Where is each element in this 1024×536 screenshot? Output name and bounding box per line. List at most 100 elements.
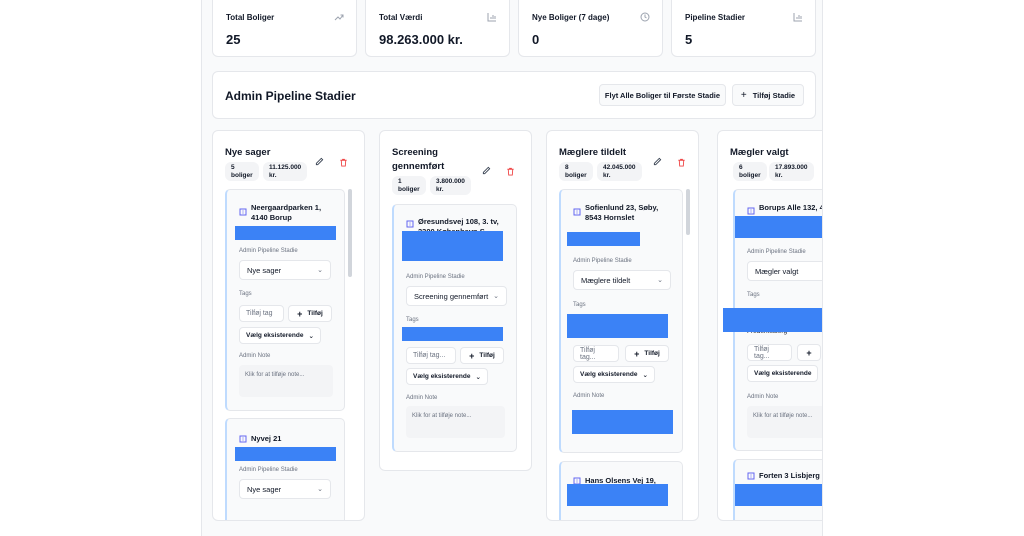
add-stage-button[interactable]: + Tilføj Stadie bbox=[732, 84, 804, 106]
column-title: Mægler valgt bbox=[730, 147, 789, 158]
stage-select[interactable]: Mæglere tildelt ⌄ bbox=[573, 270, 671, 290]
count-badge: 5 boliger bbox=[225, 162, 259, 181]
edit-icon[interactable] bbox=[315, 157, 324, 166]
tag-input[interactable]: Tilføj tag... bbox=[747, 344, 792, 361]
scrollbar[interactable] bbox=[686, 189, 690, 235]
property-address: Sofienlund 23, Søby, 8543 Hornslet bbox=[585, 203, 659, 222]
plus-icon: + bbox=[740, 89, 747, 101]
note-field[interactable]: Klik for at tilføje note... bbox=[406, 406, 505, 438]
redacted-region bbox=[735, 484, 822, 506]
stat-label: Nye Boliger (7 dage) bbox=[532, 13, 610, 22]
note-field[interactable]: Klik for at tilføje note... bbox=[747, 406, 822, 438]
admin-dashboard: Total Boliger 25 Total Værdi 98.263.000 … bbox=[201, 0, 823, 536]
trending-up-icon bbox=[334, 12, 344, 22]
stat-label: Pipeline Stadier bbox=[685, 13, 746, 22]
column-title: Screening gennemført bbox=[392, 147, 445, 172]
value-badge: 42.045.000 kr. bbox=[597, 162, 642, 181]
property-address: Borups Alle 132, 4 bbox=[759, 203, 823, 212]
pipeline-column: Nye sager 5 boliger 11.125.000 kr. Neergaa… bbox=[212, 130, 365, 521]
choose-existing-select[interactable]: Vælg eksisterende ⌄ bbox=[406, 368, 488, 385]
trash-icon[interactable] bbox=[339, 158, 348, 167]
redacted-region bbox=[723, 308, 822, 332]
redacted-region bbox=[567, 484, 668, 506]
plus-icon: + bbox=[806, 347, 812, 358]
property-card[interactable]: Sofienlund 23, Søby, 8543 Hornslet Admin… bbox=[559, 189, 683, 453]
note-label: Admin Note bbox=[239, 353, 271, 359]
stage-label: Admin Pipeline Stadie bbox=[573, 258, 632, 264]
pipeline-column: Screening gennemført 1 boliger 3.800.000 k… bbox=[379, 130, 532, 471]
redacted-region bbox=[735, 216, 822, 238]
redacted-region bbox=[402, 231, 503, 261]
stage-select[interactable]: Mægler valgt bbox=[747, 261, 822, 281]
property-address: Forten 3 Lisbjerg bbox=[759, 471, 820, 480]
redacted-region bbox=[235, 447, 336, 461]
column-title: Nye sager bbox=[225, 147, 271, 158]
chevron-down-icon: ⌄ bbox=[642, 371, 648, 379]
stat-card-nye-boliger: Nye Boliger (7 dage) 0 bbox=[518, 0, 663, 57]
stage-label: Admin Pipeline Stadie bbox=[406, 274, 465, 280]
stage-select[interactable]: Nye sager ⌄ bbox=[239, 479, 331, 499]
stage-select[interactable]: Screening gennemført ⌄ bbox=[406, 286, 507, 306]
tags-label: Tags bbox=[239, 291, 252, 297]
stage-label: Admin Pipeline Stadie bbox=[747, 249, 806, 255]
stat-card-total-vaerdi: Total Værdi 98.263.000 kr. bbox=[365, 0, 510, 57]
property-card[interactable]: Nyvej 21 Admin Pipeline Stadie Nye sager… bbox=[225, 418, 345, 520]
value-badge: 17.893.000 kr. bbox=[769, 162, 814, 181]
property-card[interactable]: Øresundsvej 108, 3. tv, 2300 København S… bbox=[392, 204, 517, 452]
choose-existing-select[interactable]: Vælg eksisterende bbox=[747, 365, 819, 382]
add-tag-button[interactable]: + Tilføj bbox=[288, 305, 332, 322]
column-title: Mæglere tildelt bbox=[559, 147, 627, 158]
property-card[interactable]: Neergaardparken 1, 4140 Borup Admin Pipe… bbox=[225, 189, 345, 411]
bar-chart-icon bbox=[793, 12, 803, 22]
chevron-down-icon: ⌄ bbox=[317, 486, 323, 493]
property-address: Nyvej 21 bbox=[251, 434, 282, 443]
redacted-region bbox=[567, 314, 668, 338]
note-label: Admin Note bbox=[406, 395, 438, 401]
building-icon bbox=[239, 435, 247, 443]
tags-label: Tags bbox=[406, 317, 419, 323]
plus-icon: + bbox=[469, 350, 475, 361]
bar-chart-icon bbox=[487, 12, 497, 22]
edit-icon[interactable] bbox=[482, 166, 491, 175]
add-tag-button[interactable]: + Tilføj bbox=[460, 347, 504, 364]
move-all-button[interactable]: Flyt Alle Boliger til Første Stadie bbox=[599, 84, 726, 106]
count-badge: 1 boliger bbox=[392, 176, 426, 195]
add-tag-button[interactable]: + bbox=[797, 344, 821, 361]
chevron-down-icon: ⌄ bbox=[317, 267, 323, 274]
property-address: Øresundsvej 108, 3. tv, 2300 København S bbox=[418, 217, 499, 231]
stat-value: 5 bbox=[685, 32, 693, 47]
trash-icon[interactable] bbox=[506, 167, 515, 176]
count-badge: 8 boliger bbox=[559, 162, 593, 181]
add-tag-button[interactable]: + Tilføj bbox=[625, 345, 669, 362]
plus-icon: + bbox=[634, 348, 640, 359]
choose-existing-select[interactable]: Vælg eksisterende ⌄ bbox=[573, 366, 655, 383]
note-label: Admin Note bbox=[573, 393, 605, 399]
tag-input[interactable]: Tilføj tag bbox=[239, 305, 284, 322]
stage-label: Admin Pipeline Stadie bbox=[239, 467, 298, 473]
property-card[interactable]: Hans Olsens Vej 19, bbox=[559, 461, 683, 520]
stat-label: Total Boliger bbox=[226, 13, 275, 22]
property-card[interactable]: Forten 3 Lisbjerg bbox=[733, 459, 822, 520]
redacted-region bbox=[572, 410, 673, 434]
edit-icon[interactable] bbox=[653, 157, 662, 166]
building-icon bbox=[747, 207, 755, 215]
value-badge: 11.125.000 kr. bbox=[263, 162, 308, 181]
tag-input[interactable]: Tilføj tag... bbox=[573, 345, 619, 362]
trash-icon[interactable] bbox=[677, 158, 686, 167]
tags-label: Tags bbox=[747, 292, 760, 298]
stat-card-total-boliger: Total Boliger 25 bbox=[212, 0, 357, 57]
count-badge: 6 boliger bbox=[733, 162, 767, 181]
chevron-down-icon: ⌄ bbox=[493, 293, 499, 300]
stage-select[interactable]: Nye sager ⌄ bbox=[239, 260, 331, 280]
stage-label: Admin Pipeline Stadie bbox=[239, 248, 298, 254]
clock-icon bbox=[640, 12, 650, 22]
chevron-down-icon: ⌄ bbox=[657, 277, 663, 284]
pipeline-column: Mæglere tildelt 8 boliger 42.045.000 kr. S… bbox=[546, 130, 699, 521]
note-field[interactable]: Klik for at tilføje note... bbox=[239, 365, 333, 397]
scrollbar[interactable] bbox=[348, 189, 352, 277]
page-title: Admin Pipeline Stadier bbox=[225, 89, 356, 103]
building-icon bbox=[239, 208, 247, 216]
tag-input[interactable]: Tilføj tag... bbox=[406, 347, 456, 364]
choose-existing-select[interactable]: Vælg eksisterende ⌄ bbox=[239, 327, 321, 344]
building-icon bbox=[747, 472, 755, 480]
